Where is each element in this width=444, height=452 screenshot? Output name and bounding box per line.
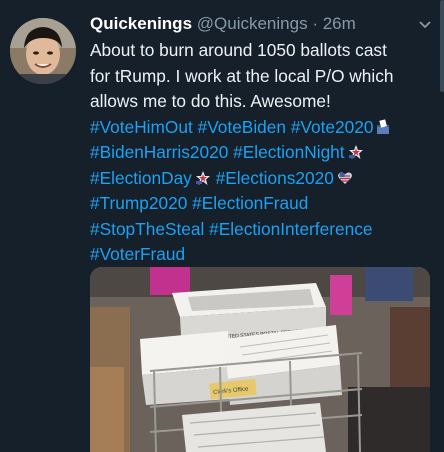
hashtag-line: #StopTheSteal #ElectionInterference xyxy=(90,217,430,243)
hashtag[interactable]: #ElectionInterference xyxy=(209,219,372,239)
hashtag-line: #ElectionDay #Elections2020 xyxy=(90,166,430,192)
avatar[interactable] xyxy=(10,18,76,84)
tweet-photo[interactable]: UNITED STATES POSTAL SERVICE Clerk's Off… xyxy=(90,267,430,452)
star-icon xyxy=(195,170,210,185)
hashtag-line: #VoteHimOut #VoteBiden #Vote2020 xyxy=(90,115,430,141)
mail-trays-photo: UNITED STATES POSTAL SERVICE Clerk's Off… xyxy=(90,267,430,452)
hashtag[interactable]: #Elections2020 xyxy=(216,168,334,188)
separator-dot: · xyxy=(312,14,318,33)
user-handle[interactable]: @Quickenings xyxy=(197,14,308,33)
tweet-header: Quickenings @Quickenings · 26m xyxy=(90,12,414,36)
hashtag-line: #Trump2020 #ElectionFraud xyxy=(90,191,430,217)
hashtag[interactable]: #Trump2020 xyxy=(90,193,187,213)
hashtag[interactable]: #ElectionFraud xyxy=(192,193,308,213)
hashtag[interactable]: #ElectionDay xyxy=(90,168,192,188)
tweet-text-line: allows me to do this. Awesome! xyxy=(90,91,331,111)
chevron-down-icon[interactable] xyxy=(418,18,432,32)
timestamp[interactable]: 26m xyxy=(323,14,356,33)
hashtag-line: #BidenHarris2020 #ElectionNight xyxy=(90,140,430,166)
flag-heart-icon xyxy=(337,172,352,184)
hashtag[interactable]: #VoteHimOut xyxy=(90,117,193,137)
star-icon xyxy=(348,145,363,159)
display-name[interactable]: Quickenings xyxy=(90,14,192,33)
hashtag[interactable]: #BidenHarris2020 xyxy=(90,142,228,162)
hashtag[interactable]: #ElectionNight xyxy=(233,142,344,162)
hashtag[interactable]: #Vote2020 xyxy=(291,117,374,137)
tweet-text: About to burn around 1050 ballots cast f… xyxy=(90,38,430,268)
profile-photo xyxy=(10,18,76,84)
scrollbar[interactable] xyxy=(440,0,444,92)
hashtag-line: #VoterFraud xyxy=(90,242,430,268)
tweet-text-line: for tRump. I work at the local P/O which xyxy=(90,65,394,86)
ballot-box-icon xyxy=(377,118,390,134)
hashtag[interactable]: #StopTheSteal xyxy=(90,219,204,239)
hashtag[interactable]: #VoteBiden xyxy=(198,117,286,137)
hashtag[interactable]: #VoterFraud xyxy=(90,244,185,264)
tweet-text-line: About to burn around 1050 ballots cast xyxy=(90,40,387,60)
tweet: Quickenings @Quickenings · 26m About to … xyxy=(0,0,444,452)
